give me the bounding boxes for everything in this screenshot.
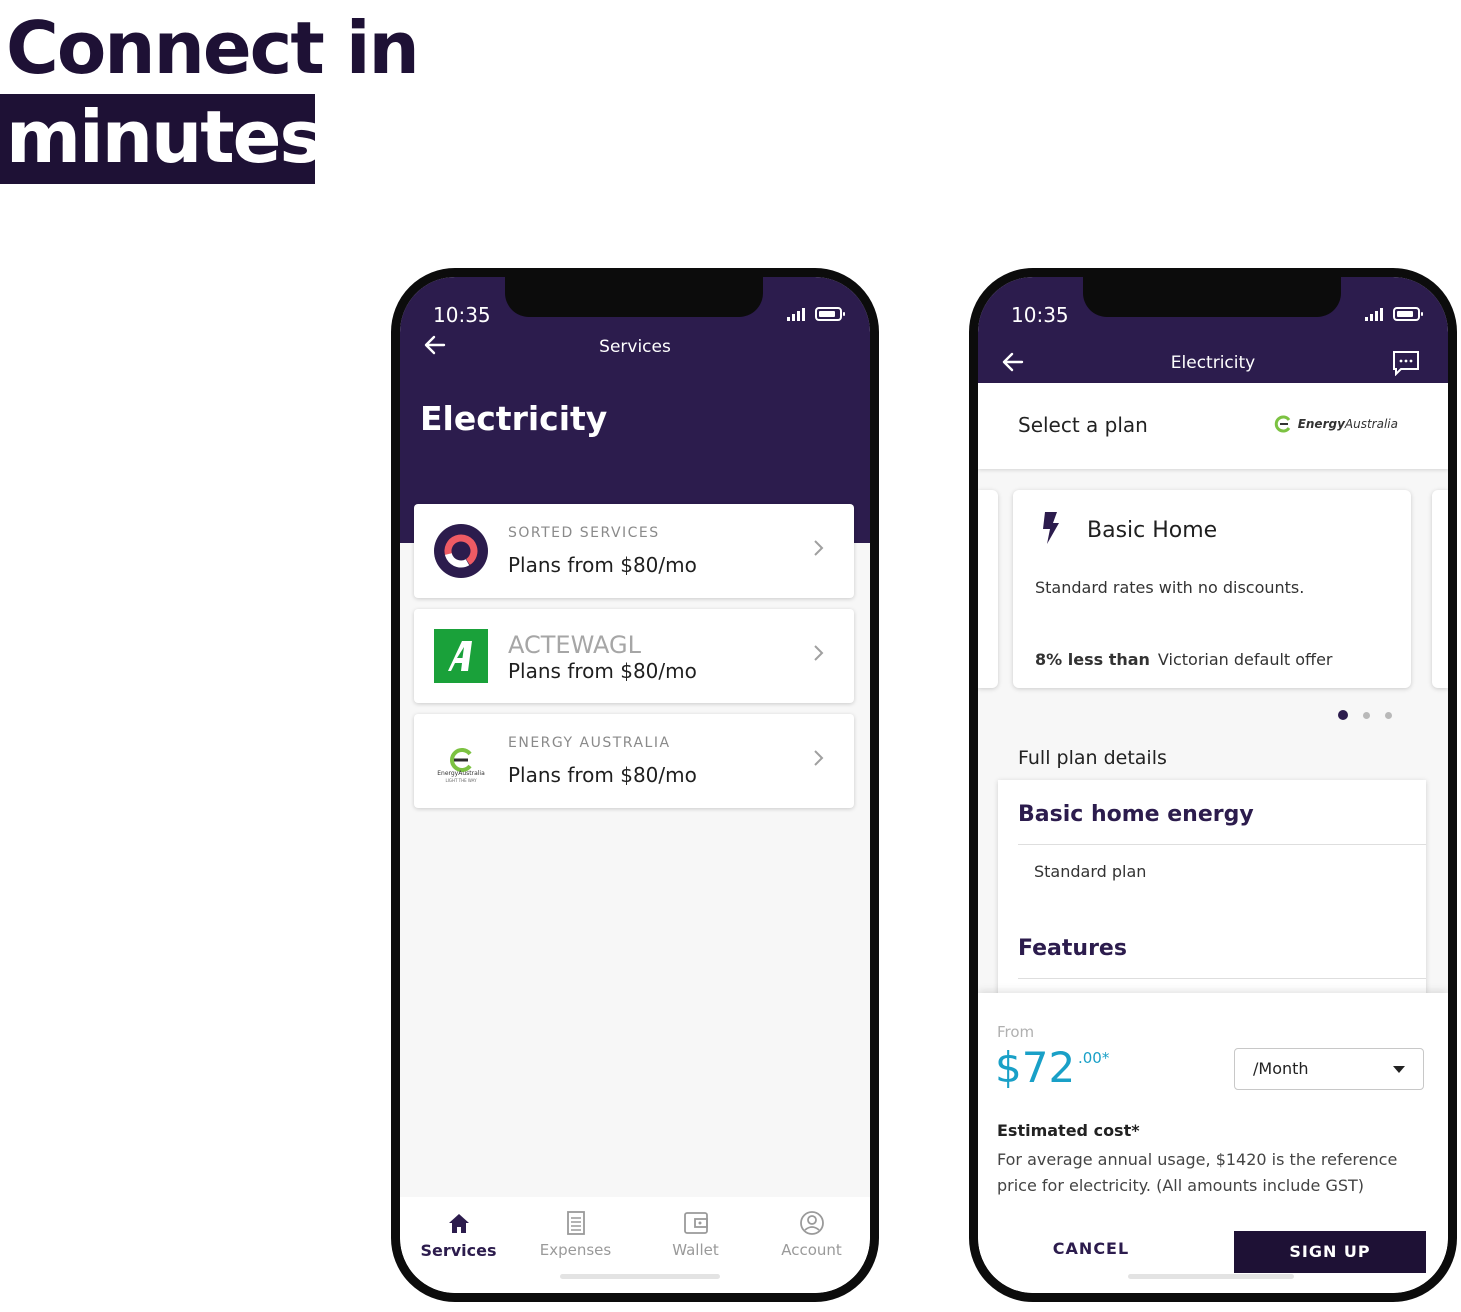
provider-card-sorted[interactable]: SORTED SERVICES Plans from $80/mo	[414, 504, 854, 598]
carousel-dots	[1338, 710, 1392, 720]
screen-title: Electricity	[1170, 353, 1256, 373]
phone-services: 10:35 Services Electricity SORTED SERVIC…	[391, 268, 879, 1302]
carousel-dot[interactable]	[1363, 711, 1370, 719]
divider	[1018, 844, 1426, 845]
home-icon	[445, 1209, 473, 1237]
phone-notch	[505, 277, 763, 317]
marketing-page: Connect in minutes 10:35 Services Electr…	[0, 0, 1461, 1312]
price-cents: .00*	[1078, 1049, 1110, 1067]
cancel-button[interactable]: CANCEL	[1016, 1229, 1166, 1269]
tab-services[interactable]: Services	[400, 1209, 517, 1260]
energyaustralia-logo-icon	[1274, 415, 1290, 433]
previous-plan-card[interactable]	[978, 490, 998, 688]
tab-label: Account	[781, 1241, 842, 1259]
status-icons	[787, 307, 845, 321]
period-select[interactable]: /Month	[1234, 1048, 1424, 1090]
estimated-cost-note: For average annual usage, $1420 is the r…	[997, 1150, 1398, 1195]
phone-screen: 10:35 Services Electricity SORTED SERVIC…	[400, 277, 870, 1293]
provider-name: SORTED SERVICES	[508, 525, 660, 541]
provider-plans: Plans from $80/mo	[508, 553, 697, 577]
wallet-icon	[682, 1209, 710, 1237]
divider	[1018, 978, 1426, 979]
plan-comparison: 8% less than Victorian default offer	[1035, 650, 1333, 669]
phone-screen: 10:35 Electricity Select a plan EnergyAu…	[978, 277, 1448, 1293]
sorted-logo-icon	[434, 524, 488, 578]
chat-icon[interactable]	[1392, 350, 1420, 377]
brand-bold: Energy	[1297, 417, 1345, 431]
plan-title: Basic Home	[1087, 518, 1218, 543]
ea-logo-text: EnergyAustralia	[437, 770, 485, 777]
provider-name: ACTEWAGL	[508, 631, 641, 659]
phone-notch	[1083, 277, 1341, 317]
tab-label: Services	[420, 1241, 497, 1260]
select-plan-bar: Select a plan EnergyAustralia	[978, 383, 1448, 469]
tab-label: Expenses	[539, 1241, 612, 1259]
status-time: 10:35	[1011, 303, 1069, 327]
tab-expenses[interactable]: Expenses	[517, 1209, 634, 1259]
screen-title: Services	[599, 337, 671, 357]
chevron-right-icon	[812, 538, 824, 562]
page-heading: Electricity	[420, 399, 608, 438]
headline-line-1: Connect in	[6, 6, 420, 90]
comparison-text: Victorian default offer	[1157, 650, 1333, 669]
sign-up-button[interactable]: SIGN UP	[1234, 1231, 1426, 1273]
brand-rest: Australia	[1344, 417, 1398, 431]
provider-card-energyaustralia[interactable]: EnergyAustralia LIGHT THE WAY ENERGY AUS…	[414, 714, 854, 808]
plan-details-card: Basic home energy Standard plan Features	[998, 780, 1426, 1010]
home-indicator	[1128, 1274, 1294, 1279]
energyaustralia-brand: EnergyAustralia	[1274, 414, 1398, 434]
energyaustralia-logo-icon: EnergyAustralia LIGHT THE WAY	[434, 734, 488, 788]
tab-wallet[interactable]: Wallet	[637, 1209, 754, 1259]
actewagl-logo-icon	[434, 629, 488, 683]
battery-icon	[1393, 307, 1423, 321]
chevron-right-icon	[812, 748, 824, 772]
bottom-tab-bar: Services Expenses Wallet Account	[400, 1197, 870, 1293]
signal-icon	[787, 307, 805, 321]
ea-logo-tagline: LIGHT THE WAY	[445, 778, 477, 783]
lightning-bolt-icon	[1037, 510, 1065, 546]
status-icons	[1365, 307, 1423, 321]
status-time: 10:35	[433, 303, 491, 327]
details-subtitle: Standard plan	[1034, 862, 1147, 881]
headline-line-2: minutes	[0, 94, 322, 184]
carousel-dot[interactable]	[1385, 711, 1392, 719]
chevron-right-icon	[812, 643, 824, 667]
caret-down-icon	[1393, 1066, 1405, 1073]
provider-plans: Plans from $80/mo	[508, 659, 697, 683]
price-amount: $72	[995, 1043, 1076, 1092]
provider-name: ENERGY AUSTRALIA	[508, 735, 671, 751]
plan-card-basic-home[interactable]: Basic Home Standard rates with no discou…	[1013, 490, 1411, 688]
comparison-percent: 8% less than	[1035, 650, 1150, 669]
receipt-icon	[562, 1209, 590, 1237]
details-title: Basic home energy	[1018, 802, 1254, 827]
select-plan-label: Select a plan	[1018, 413, 1148, 437]
tab-account[interactable]: Account	[753, 1209, 870, 1259]
home-indicator	[560, 1274, 720, 1279]
account-icon	[798, 1209, 826, 1237]
provider-card-actewagl[interactable]: ACTEWAGL Plans from $80/mo	[414, 609, 854, 703]
full-plan-details-label: Full plan details	[1018, 747, 1167, 769]
signal-icon	[1365, 307, 1383, 321]
battery-icon	[815, 307, 845, 321]
estimated-cost-title: Estimated cost*	[997, 1121, 1140, 1140]
plan-description: Standard rates with no discounts.	[1035, 578, 1305, 597]
features-title: Features	[1018, 936, 1127, 961]
price-from-label: From	[997, 1023, 1035, 1041]
carousel-dot-active[interactable]	[1338, 710, 1348, 720]
tab-label: Wallet	[672, 1241, 719, 1259]
next-plan-card[interactable]	[1432, 490, 1448, 688]
phone-electricity-plan: 10:35 Electricity Select a plan EnergyAu…	[969, 268, 1457, 1302]
period-value: /Month	[1253, 1059, 1309, 1078]
pricing-sheet: From $72 .00* /Month Estimated cost* For…	[978, 993, 1448, 1293]
provider-plans: Plans from $80/mo	[508, 763, 697, 787]
